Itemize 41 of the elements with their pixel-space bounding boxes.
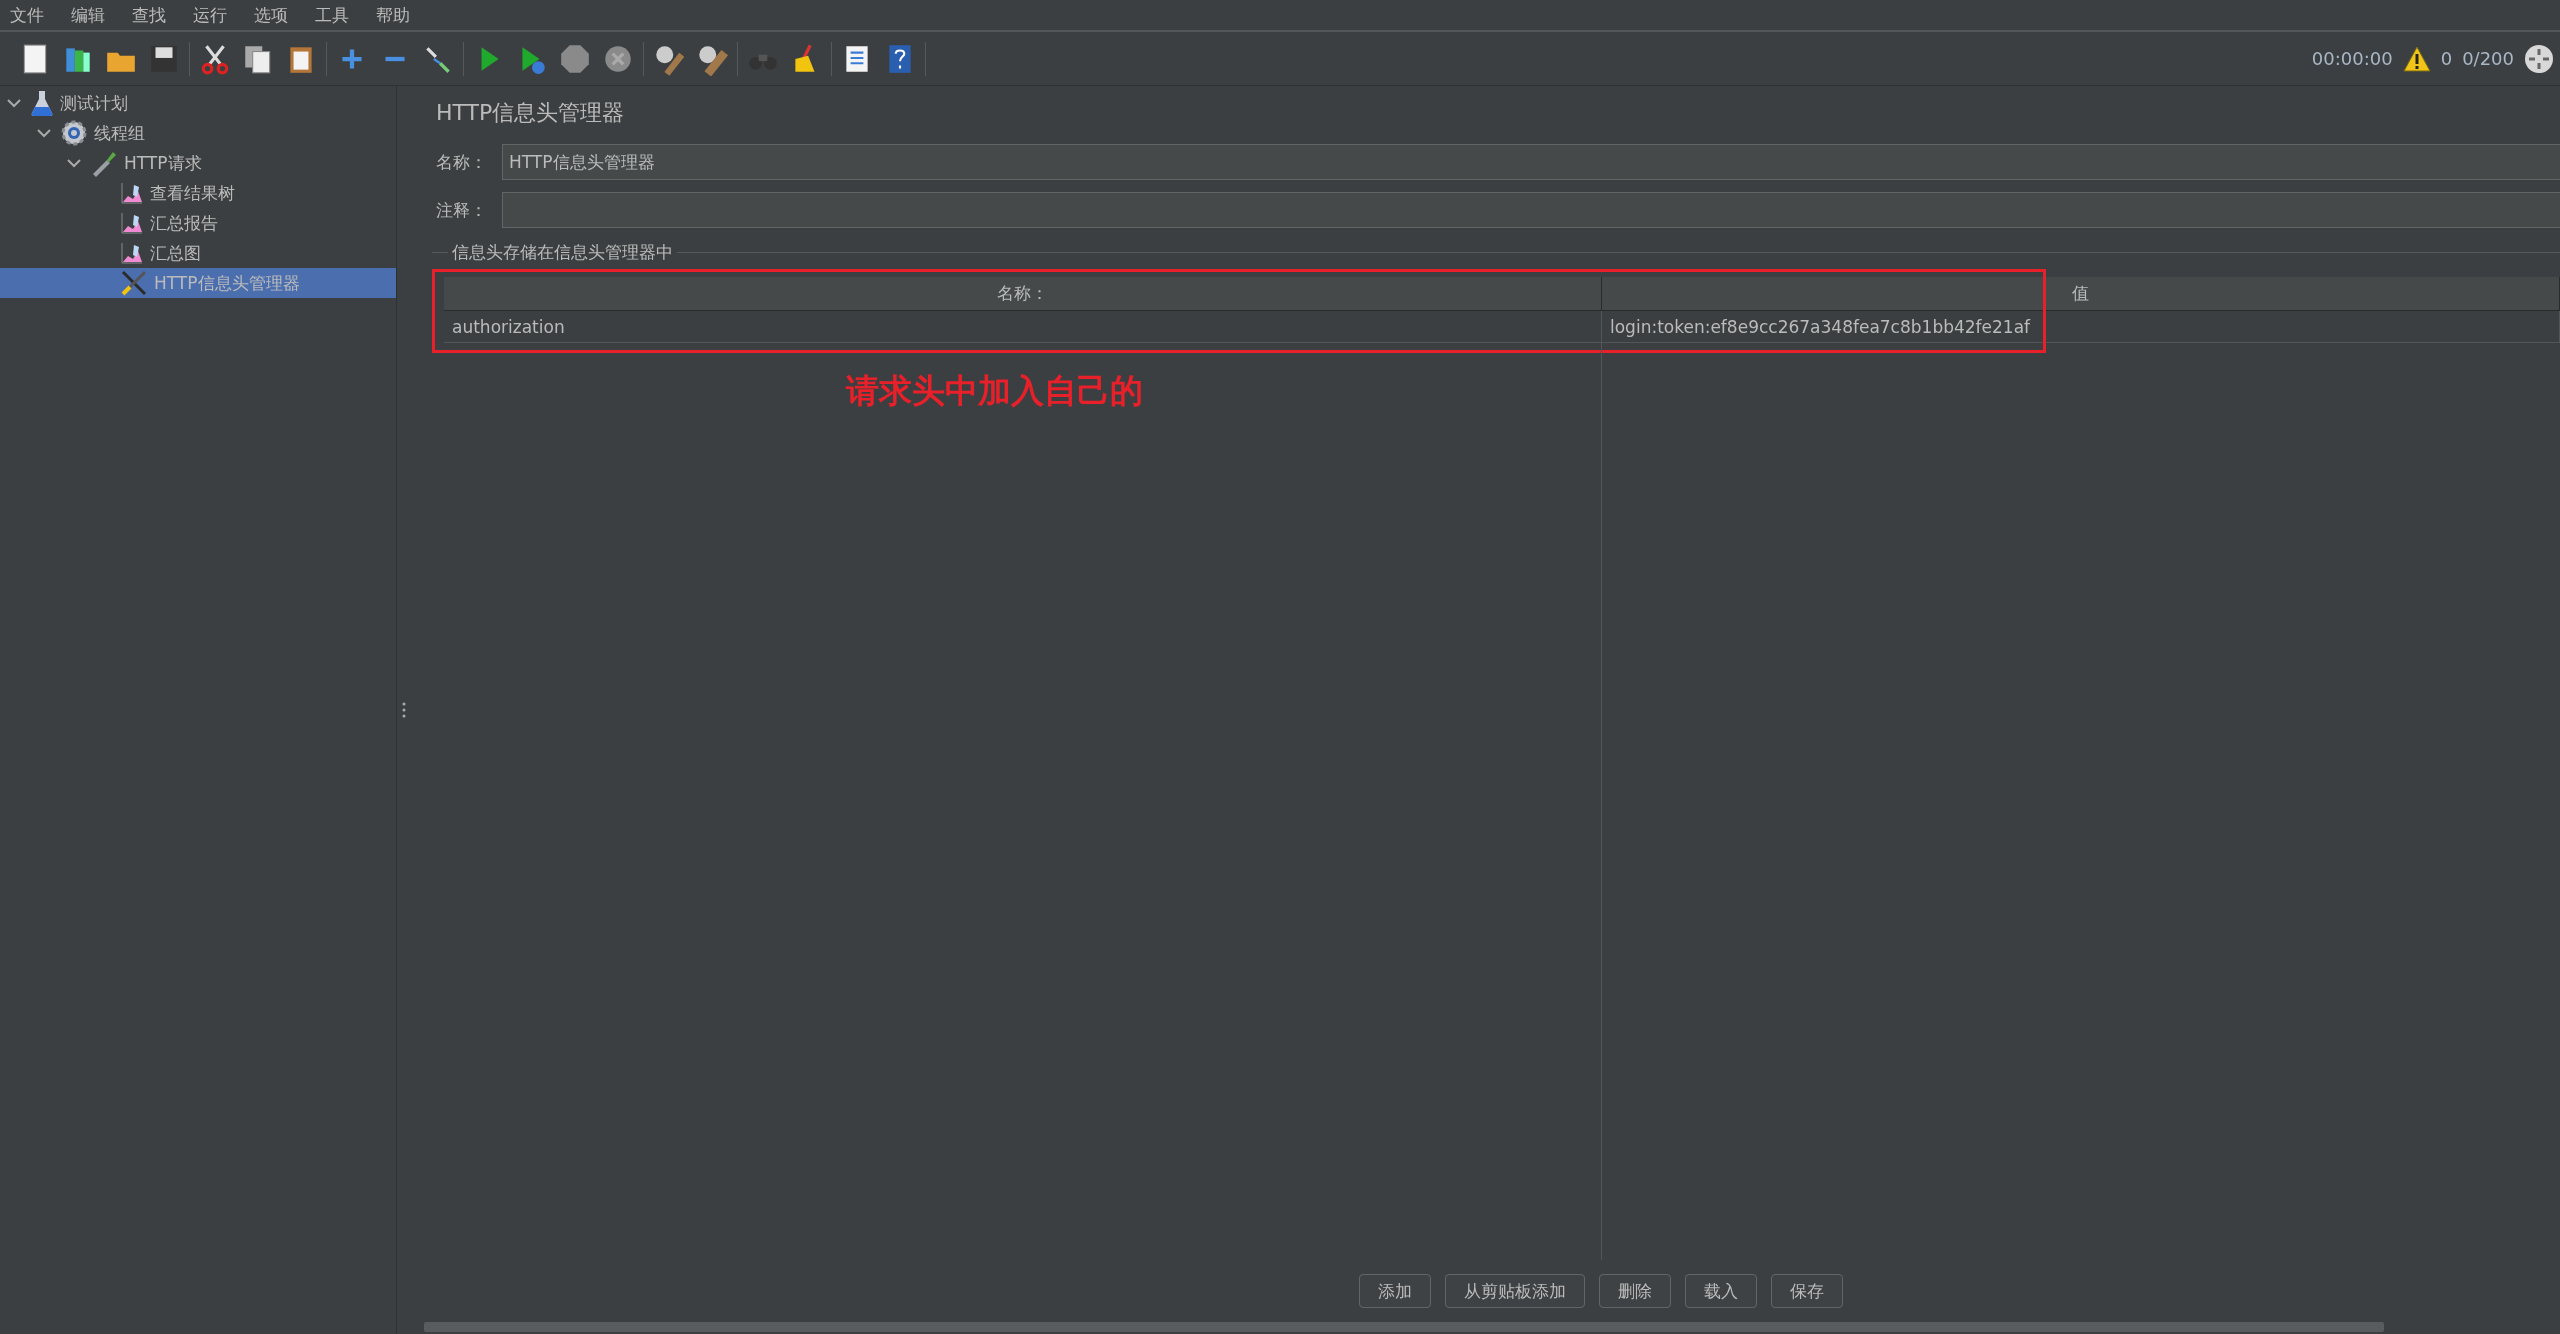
menu-item[interactable]: 工具 — [315, 3, 349, 27]
tools-icon — [120, 269, 148, 297]
splitter-handle-icon[interactable] — [401, 702, 406, 718]
action-button[interactable]: 添加 — [1359, 1274, 1431, 1308]
chart-icon — [120, 211, 144, 235]
action-button[interactable]: 删除 — [1599, 1274, 1671, 1308]
tree-item[interactable]: 汇总图 — [0, 238, 396, 268]
action-button[interactable]: 保存 — [1771, 1274, 1843, 1308]
annotation-text: 请求头中加入自己的 — [846, 370, 1143, 412]
menu-item[interactable]: 编辑 — [71, 3, 105, 27]
table-cell[interactable]: login:token:ef8e9cc267a348fea7c8b1bb42fe21af — [1602, 311, 2560, 343]
tree-item[interactable]: 测试计划 — [0, 88, 396, 118]
table-cell[interactable]: authorization — [444, 311, 1602, 343]
warning-icon[interactable] — [2402, 45, 2431, 72]
group-title: 信息头存储在信息头管理器中 — [448, 241, 677, 264]
name-field[interactable]: HTTP信息头管理器 — [502, 144, 2560, 180]
menu-item[interactable]: 选项 — [254, 3, 288, 27]
column-header[interactable]: 值 — [1602, 277, 2560, 311]
scrollbar-thumb[interactable] — [424, 1322, 2384, 1332]
comment-label: 注释： — [436, 198, 488, 222]
thread-count: 0/200 — [2462, 48, 2514, 69]
chart-icon — [120, 241, 144, 265]
elapsed-time: 00:00:00 — [2311, 48, 2393, 69]
menu-item[interactable]: 帮助 — [376, 3, 410, 27]
tree-item[interactable]: 汇总报告 — [0, 208, 396, 238]
panel-title: HTTP信息头管理器 — [435, 99, 626, 127]
menu-item[interactable]: 查找 — [132, 3, 166, 27]
menu-item[interactable]: 文件 — [10, 3, 44, 27]
tree-item[interactable]: 查看结果树 — [0, 178, 396, 208]
tree-item[interactable]: 线程组 — [0, 118, 396, 148]
name-label: 名称： — [436, 150, 488, 174]
warning-count: 0 — [2440, 48, 2453, 69]
action-button[interactable]: 从剪贴板添加 — [1445, 1274, 1585, 1308]
column-header[interactable]: 名称： — [444, 277, 1602, 311]
chart-icon — [120, 181, 144, 205]
menu-item[interactable]: 运行 — [193, 3, 227, 27]
tree-item[interactable]: HTTP请求 — [0, 148, 396, 178]
action-button[interactable]: 载入 — [1685, 1274, 1757, 1308]
comment-field[interactable] — [502, 192, 2560, 228]
gear-icon — [60, 119, 88, 147]
flask-icon — [30, 89, 54, 117]
